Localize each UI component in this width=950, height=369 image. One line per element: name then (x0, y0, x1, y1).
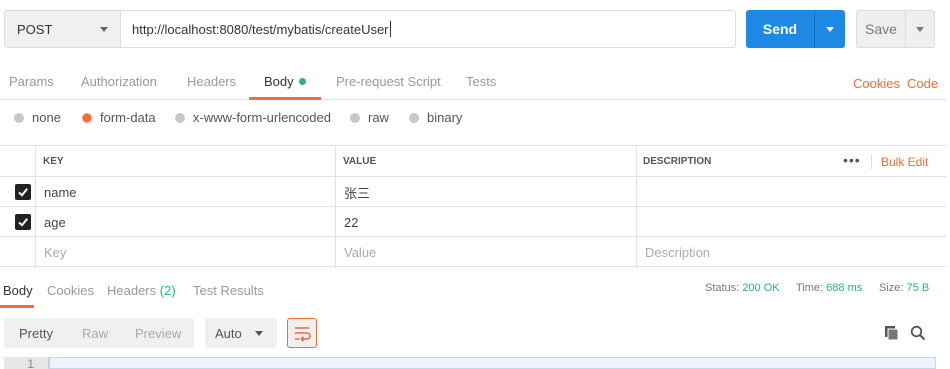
tab-body[interactable]: Body (264, 74, 306, 89)
value-cell[interactable]: 22 (344, 207, 358, 237)
active-tab-indicator (249, 97, 321, 100)
radio-icon (350, 112, 360, 123)
tab-response-cookies[interactable]: Cookies (47, 283, 94, 298)
format-select[interactable]: Auto (205, 318, 277, 348)
wrap-lines-icon (295, 327, 311, 342)
radio-icon (14, 112, 24, 123)
key-placeholder[interactable]: Key (44, 237, 66, 267)
request-tabs: Params Authorization Headers Body Pre-re… (0, 66, 946, 100)
response-editor[interactable] (4, 357, 936, 369)
url-input[interactable]: http://localhost:8080/test/mybatis/creat… (121, 10, 736, 48)
radio-label: raw (368, 110, 389, 125)
row-checkbox[interactable] (15, 214, 31, 230)
radio-label: binary (427, 110, 463, 125)
header-count-badge: (2) (159, 283, 176, 298)
radio-form-data[interactable]: form-data (82, 110, 156, 125)
radio-binary[interactable]: binary (409, 110, 462, 125)
save-options-button[interactable] (906, 10, 935, 48)
tab-params[interactable]: Params (9, 74, 54, 89)
status-readout: Status: 200 OK (705, 282, 780, 294)
table-header-row: KEY VALUE DESCRIPTION ••• Bulk Edit (0, 146, 946, 177)
bulk-edit-link[interactable]: Bulk Edit (881, 146, 928, 177)
status-dot-icon (298, 78, 306, 85)
checkmark-icon (18, 218, 28, 227)
value-placeholder[interactable]: Value (344, 237, 376, 267)
tab-headers[interactable]: Headers (187, 74, 236, 89)
status-value: 200 OK (742, 282, 780, 294)
tab-body-label: Body (264, 74, 294, 89)
chevron-down-icon (255, 331, 263, 336)
raw-button[interactable]: Raw (82, 326, 108, 341)
chevron-down-icon (100, 27, 108, 32)
column-header-value: VALUE (343, 156, 377, 167)
send-options-button[interactable] (814, 10, 845, 48)
url-text: http://localhost:8080/test/mybatis/creat… (132, 21, 389, 37)
tab-tests[interactable]: Tests (466, 74, 496, 89)
tab-label: Headers (107, 283, 157, 298)
view-mode-group: Pretty Raw Preview (4, 318, 194, 348)
method-label: POST (17, 21, 53, 37)
pretty-button[interactable]: Pretty (19, 326, 53, 341)
table-row-new: Key Value Description (0, 237, 946, 267)
table-row: age 22 (0, 207, 946, 237)
time-label: Time: (796, 282, 824, 294)
time-readout: Time: 688 ms (796, 282, 862, 294)
radio-label: none (32, 110, 61, 125)
row-checkbox[interactable] (15, 184, 31, 200)
tab-test-results[interactable]: Test Results (193, 283, 264, 298)
tab-response-body[interactable]: Body (3, 283, 33, 298)
status-label: Status: (705, 282, 740, 294)
description-placeholder[interactable]: Description (645, 237, 710, 267)
cookies-link[interactable]: Cookies (853, 76, 900, 91)
text-cursor (389, 21, 391, 37)
form-data-table: KEY VALUE DESCRIPTION ••• Bulk Edit name… (0, 145, 946, 268)
column-header-description: DESCRIPTION (643, 156, 712, 167)
radio-raw[interactable]: raw (350, 110, 389, 125)
body-type-group: none form-data x-www-form-urlencoded raw… (0, 110, 946, 130)
wrap-lines-button[interactable] (287, 318, 317, 348)
radio-label: form-data (100, 110, 156, 125)
size-readout: Size: 75 B (879, 282, 929, 294)
send-button[interactable]: Send (746, 10, 814, 48)
key-cell[interactable]: age (44, 207, 66, 237)
active-tab-indicator (0, 305, 34, 308)
column-header-key: KEY (43, 156, 64, 167)
tab-authorization[interactable]: Authorization (81, 74, 157, 89)
save-button[interactable]: Save (856, 10, 906, 48)
more-options-icon[interactable]: ••• (843, 153, 861, 167)
time-value: 688 ms (826, 282, 863, 294)
value-cell[interactable]: 张三 (344, 177, 370, 207)
divider (871, 154, 872, 169)
radio-label: x-www-form-urlencoded (193, 110, 331, 125)
size-value: 75 B (906, 282, 930, 294)
tab-pre-request-script[interactable]: Pre-request Script (336, 74, 441, 89)
copy-icon[interactable] (884, 325, 900, 341)
size-label: Size: (879, 282, 904, 294)
radio-icon (409, 112, 419, 123)
radio-selected-icon (82, 112, 92, 123)
chevron-down-icon (916, 27, 924, 32)
line-number-gutter: 1 (4, 357, 50, 369)
code-link[interactable]: Code (907, 76, 938, 91)
search-icon[interactable] (910, 325, 926, 341)
radio-x-www-form-urlencoded[interactable]: x-www-form-urlencoded (175, 110, 331, 125)
method-select[interactable]: POST (4, 10, 121, 48)
table-row: name 张三 (0, 177, 946, 207)
radio-icon (175, 112, 185, 123)
preview-button[interactable]: Preview (135, 326, 181, 341)
radio-none[interactable]: none (14, 110, 61, 125)
tab-response-headers[interactable]: Headers (2) (107, 283, 176, 298)
key-cell[interactable]: name (44, 177, 77, 207)
chevron-down-icon (826, 27, 834, 32)
format-label: Auto (215, 326, 242, 341)
checkmark-icon (18, 188, 28, 197)
